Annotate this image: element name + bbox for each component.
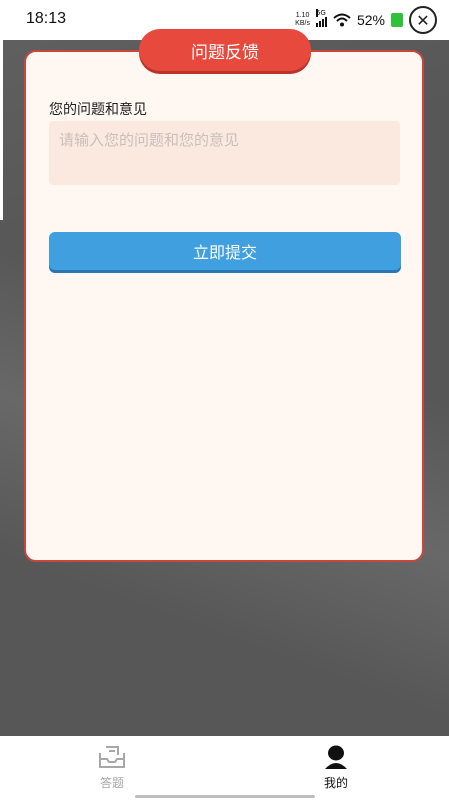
bottom-tab-bar: 答题 我的 [0, 736, 449, 800]
close-icon[interactable]: ✕ [409, 6, 437, 34]
tab-mine[interactable]: 我的 [296, 744, 376, 791]
feedback-field-label: 您的问题和意见 [49, 102, 147, 118]
wifi-icon [333, 13, 351, 27]
status-time: 18:13 [26, 10, 67, 27]
tab-mine-label: 我的 [323, 776, 348, 790]
network-type: 5G [315, 9, 326, 17]
battery-percent: 52% [356, 12, 385, 28]
edge-strip [0, 40, 3, 220]
network-speed-value: 1.10 [295, 12, 310, 19]
tab-answer[interactable]: 答题 [72, 744, 152, 791]
battery-icon [391, 13, 403, 27]
network-speed-unit: KB/s [295, 20, 310, 27]
user-icon [325, 745, 347, 769]
textarea-placeholder: 请输入您的问题和您的意见 [59, 131, 240, 149]
network-speed: 1.10 KB/s [295, 12, 310, 28]
feedback-textarea[interactable]: 请输入您的问题和您的意见 [49, 121, 400, 185]
dialog-title: 问题反馈 [139, 29, 311, 71]
home-indicator[interactable] [135, 795, 315, 798]
tab-answer-label: 答题 [99, 776, 124, 790]
signal-icon: 5G [315, 9, 327, 27]
status-indicators: 1.10 KB/s 5G 52% ✕ [295, 6, 437, 34]
inbox-tray-icon [99, 746, 125, 768]
submit-button[interactable]: 立即提交 [49, 232, 401, 270]
